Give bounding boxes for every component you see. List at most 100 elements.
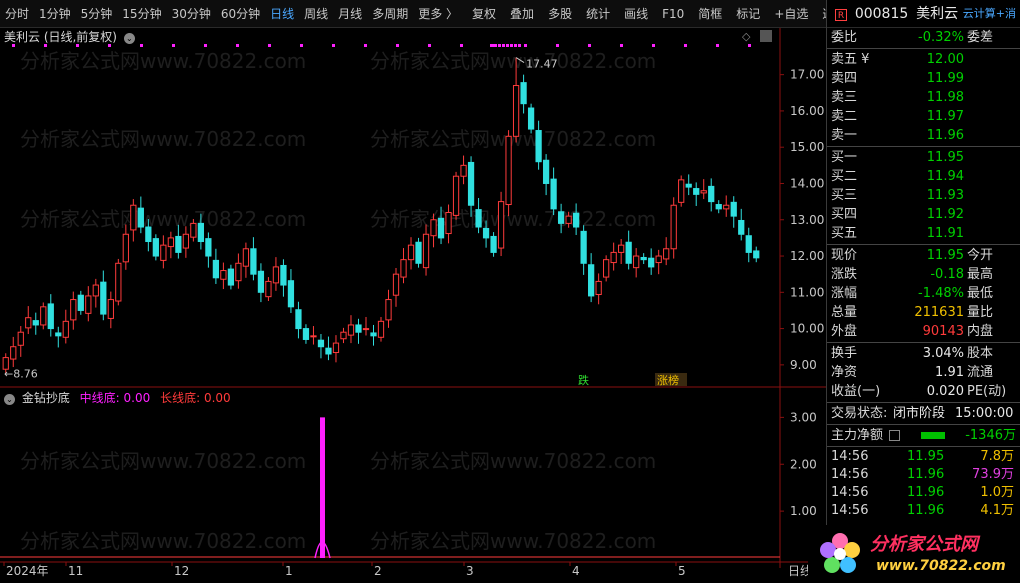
stock-name[interactable]: 美利云 <box>916 6 958 22</box>
toolbar-button-1[interactable]: 叠加 <box>505 0 539 28</box>
candle-body <box>40 306 47 326</box>
period-tab-0[interactable]: 分时 <box>0 0 34 28</box>
y-tick-label: 12.00 <box>790 249 824 263</box>
period-tab-2[interactable]: 5分钟 <box>76 0 118 28</box>
candle-body <box>272 266 280 284</box>
row-value: 0.020 <box>926 384 964 399</box>
candle-body <box>160 244 167 261</box>
toolbar-button-8[interactable]: +自选 <box>769 0 813 28</box>
toolbar-button-6[interactable]: 简框 <box>693 0 727 28</box>
candle-body <box>302 328 310 340</box>
toolbar-button-5[interactable]: F10 <box>657 0 689 28</box>
candle-body <box>332 342 340 354</box>
period-tab-3[interactable]: 15分钟 <box>117 0 166 28</box>
row-value: -1.48% <box>918 286 964 301</box>
candle-body <box>400 259 407 278</box>
candle-body <box>648 257 655 268</box>
watermark-text: 分析家公式网www.70822.com <box>20 529 306 553</box>
watermark-text: 分析家公式网www.70822.com <box>20 127 306 151</box>
divider <box>827 446 1020 447</box>
signal-dot <box>716 44 719 47</box>
candle-body <box>175 235 182 253</box>
candle-body <box>595 280 602 295</box>
toolbar-button-2[interactable]: 多股 <box>543 0 577 28</box>
x-tick-label: 5 <box>678 564 686 578</box>
toolbar-button-4[interactable]: 画线 <box>619 0 653 28</box>
tick-time: 14:56 <box>831 503 869 518</box>
row-label: 总量 <box>831 305 858 320</box>
row-label: 净资 <box>831 365 858 380</box>
x-tick-label: 1 <box>285 564 293 578</box>
period-tab-9[interactable]: 多周期 <box>367 0 413 28</box>
candle-body <box>497 201 505 249</box>
panel-row: 涨跌 -0.18 最高 <box>827 265 1020 284</box>
candle-body <box>392 273 400 296</box>
row-value: 11.92 <box>926 207 964 222</box>
panel-row: 卖二 11.97 <box>827 107 1020 126</box>
candle-body <box>580 230 587 264</box>
candle-body <box>370 332 377 337</box>
candle-body <box>32 320 39 326</box>
concept-tag[interactable]: 云计算+消 <box>963 0 1016 28</box>
candle-body <box>122 233 129 263</box>
y-tick-label: 10.00 <box>790 322 824 336</box>
candle-body <box>670 204 677 250</box>
candle-body <box>422 233 430 269</box>
tick-qty: 73.9万 <box>972 467 1014 482</box>
row-right-label: 最低 <box>967 286 994 301</box>
candle-body <box>633 255 640 269</box>
candle-body <box>512 85 520 137</box>
row-value: 11.95 <box>926 150 964 165</box>
kline-chart-area[interactable]: 分析家公式网www.70822.com 分析家公式网www.70822.com 分析… <box>0 28 826 583</box>
period-tab-1[interactable]: 1分钟 <box>34 0 76 28</box>
period-tab-7[interactable]: 周线 <box>299 0 333 28</box>
candle-body <box>655 255 662 264</box>
candle-body <box>242 248 250 267</box>
candle-body <box>25 317 32 329</box>
candle-body <box>437 217 445 239</box>
candle-body <box>482 227 490 239</box>
stock-code[interactable]: 000815 <box>855 6 908 22</box>
signal-dot <box>556 44 559 47</box>
candle-body <box>663 248 670 260</box>
period-tab-10[interactable]: 更多 〉 <box>413 0 463 28</box>
tick-list[interactable]: 14:56 11.95 7.8万 14:56 11.96 73.9万 14:56 11.96 1… <box>827 448 1020 520</box>
divider <box>827 424 1020 425</box>
toolbar-button-0[interactable]: 复权 <box>467 0 501 28</box>
period-tab-5[interactable]: 60分钟 <box>216 0 265 28</box>
candle-body <box>610 251 617 264</box>
period-tab-6[interactable]: 日线 <box>265 0 299 28</box>
row-value: 90143 <box>922 324 964 339</box>
row-label: 外盘 <box>831 324 858 339</box>
candle-body <box>92 284 99 297</box>
signal-dot <box>172 44 175 47</box>
row-right-label: 最高 <box>967 267 994 282</box>
tick-qty: 4.1万 <box>980 503 1014 518</box>
high-label: 17.47 <box>526 58 558 71</box>
y-tick-label: 14.00 <box>790 176 824 190</box>
period-tab-4[interactable]: 30分钟 <box>167 0 216 28</box>
kline-chart[interactable]: 分析家公式网www.70822.com 分析家公式网www.70822.com 分析… <box>0 28 826 583</box>
panel-row: 卖四 11.99 <box>827 69 1020 88</box>
candle-body <box>362 328 370 331</box>
flow-label[interactable]: 主力净额 <box>831 426 883 445</box>
toolbar-button-3[interactable]: 统计 <box>581 0 615 28</box>
candle-body <box>130 204 137 231</box>
signal-dot <box>236 44 239 47</box>
candle-body <box>145 226 152 243</box>
candle-body <box>250 248 257 275</box>
candle-body <box>377 320 385 338</box>
toolbar-button-7[interactable]: 标记 <box>731 0 765 28</box>
panel-row: 买三 11.93 <box>827 186 1020 205</box>
candle-body <box>205 238 212 257</box>
period-tab-8[interactable]: 月线 <box>333 0 367 28</box>
indicator-menu-icon[interactable]: ⌄ <box>4 394 15 405</box>
indicator-name[interactable]: 金钻抄底 <box>22 391 70 405</box>
candle-body <box>753 250 760 259</box>
title-dropdown-icon[interactable]: ⌄ <box>123 33 135 44</box>
candle-body <box>235 262 242 282</box>
row-label: 涨幅 <box>831 286 858 301</box>
row-label: 涨跌 <box>831 267 858 282</box>
flow-menu-icon[interactable] <box>889 430 900 441</box>
y-tick-label: 13.00 <box>790 213 824 227</box>
